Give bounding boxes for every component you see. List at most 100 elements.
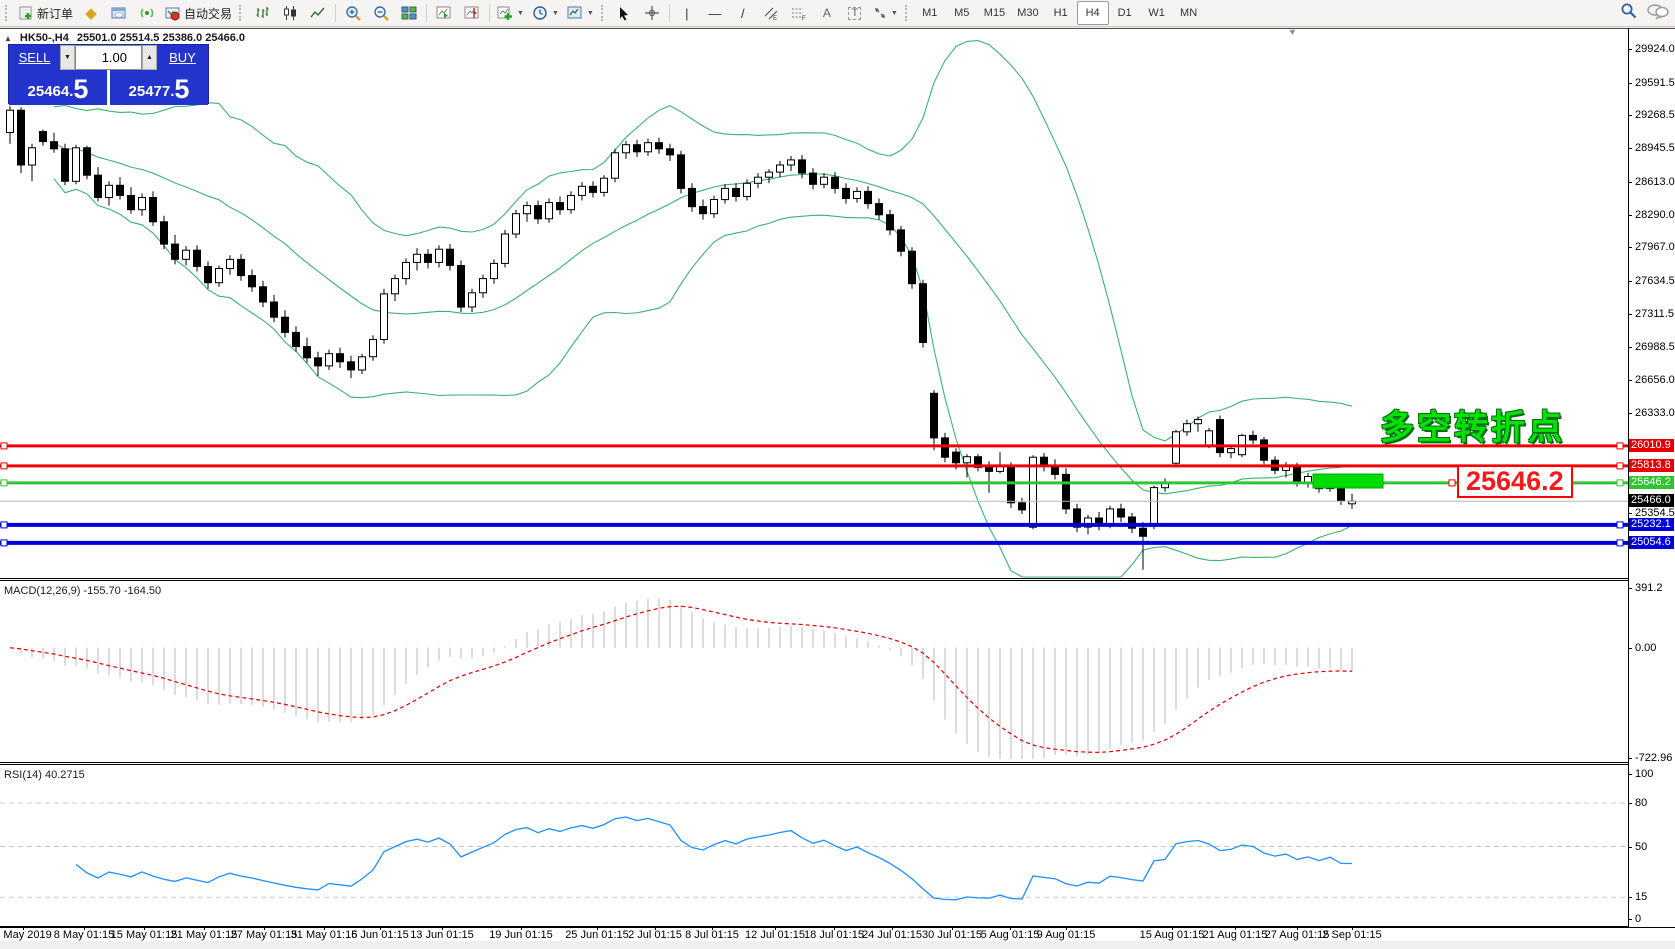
price-axis-tick bbox=[1628, 413, 1632, 414]
price-level-callout[interactable]: 25646.2 bbox=[1457, 465, 1573, 498]
buy-price-main: 25477. bbox=[129, 82, 175, 102]
label-tool-button[interactable]: T bbox=[841, 1, 869, 25]
charts-window-button[interactable] bbox=[105, 1, 133, 25]
toolbar-grip[interactable] bbox=[905, 5, 911, 21]
timeframe-m5-button[interactable]: M5 bbox=[946, 1, 978, 25]
price-axis-tick bbox=[1628, 215, 1632, 216]
macd-indicator-label: MACD(12,26,9) -155.70 -164.50 bbox=[4, 585, 161, 597]
panel-separator bbox=[0, 580, 1629, 581]
line-chart-button[interactable] bbox=[304, 1, 332, 25]
timeframe-m15-button[interactable]: M15 bbox=[978, 1, 1011, 25]
new-order-label: 新订单 bbox=[37, 5, 73, 22]
chart-area[interactable] bbox=[0, 28, 1675, 940]
toolbar-grip[interactable] bbox=[239, 5, 245, 21]
toolbar-grip[interactable] bbox=[5, 5, 11, 21]
templates-menu-button[interactable]: ▼ bbox=[563, 1, 598, 25]
zoom-out-button[interactable] bbox=[367, 1, 395, 25]
signals-icon bbox=[139, 5, 155, 21]
chart-shift-marker[interactable]: ▼ bbox=[1288, 27, 1297, 37]
price-axis-tick bbox=[1628, 281, 1632, 282]
search-icon[interactable] bbox=[1620, 2, 1637, 19]
horizontal-line-tool-button[interactable]: — bbox=[701, 1, 729, 25]
panel-separator[interactable] bbox=[0, 762, 1629, 763]
volume-increase-button[interactable]: ▲ bbox=[142, 45, 157, 70]
autotrading-button[interactable]: 自动交易 bbox=[161, 1, 236, 25]
vertical-line-tool-button[interactable]: | bbox=[673, 1, 701, 25]
price-axis-tick bbox=[1628, 380, 1632, 381]
price-axis-tick bbox=[1628, 182, 1632, 183]
price-axis-tick bbox=[1628, 83, 1632, 84]
line-chart-icon bbox=[310, 5, 326, 21]
dropdown-arrow-icon: ▼ bbox=[517, 10, 524, 17]
crosshair-tool-button[interactable] bbox=[638, 1, 666, 25]
bar-chart-icon bbox=[254, 5, 270, 21]
label-tool-icon: T bbox=[848, 7, 861, 20]
macd-axis-label: 391.2 bbox=[1635, 582, 1663, 594]
timeframe-h1-button[interactable]: H1 bbox=[1045, 1, 1077, 25]
crosshair-icon bbox=[644, 5, 660, 21]
time-axis-label: 2 Jul 01:15 bbox=[628, 929, 682, 941]
buy-price[interactable]: 25477.5 bbox=[110, 70, 208, 105]
arrows-tool-button[interactable]: ▼ bbox=[869, 1, 902, 25]
indicators-menu-button[interactable]: ▼ bbox=[493, 1, 528, 25]
volume-input[interactable]: 1.00 bbox=[75, 45, 142, 70]
auto-scroll-icon bbox=[436, 5, 452, 21]
volume-decrease-button[interactable]: ▼ bbox=[60, 45, 75, 70]
periods-menu-button[interactable]: ▼ bbox=[528, 1, 563, 25]
timeframe-m30-button[interactable]: M30 bbox=[1011, 1, 1044, 25]
price-line-tag: 25466.0 bbox=[1629, 494, 1674, 507]
rsi-axis-tick bbox=[1628, 897, 1632, 898]
new-order-button[interactable]: 新订单 bbox=[14, 1, 77, 25]
price-axis-tick bbox=[1628, 115, 1632, 116]
timeframe-mn-button[interactable]: MN bbox=[1173, 1, 1205, 25]
rsi-axis-label: 15 bbox=[1635, 891, 1647, 903]
time-axis-label: 5 Aug 01:15 bbox=[981, 929, 1040, 941]
cursor-tool-button[interactable] bbox=[610, 1, 638, 25]
channel-tool-button[interactable]: E bbox=[757, 1, 785, 25]
tile-windows-button[interactable] bbox=[395, 1, 423, 25]
time-axis-label: 13 Jun 01:15 bbox=[410, 929, 474, 941]
metaeditor-icon: ◆ bbox=[85, 6, 97, 21]
zoom-in-button[interactable] bbox=[339, 1, 367, 25]
fibonacci-tool-button[interactable]: F bbox=[785, 1, 813, 25]
macd-axis-label: -722.96 bbox=[1635, 752, 1672, 764]
trendline-icon: / bbox=[741, 7, 745, 20]
text-tool-button[interactable]: A bbox=[813, 1, 841, 25]
time-axis-label: 27 May 01:15 bbox=[231, 929, 298, 941]
price-axis-label: 29924.0 bbox=[1635, 43, 1675, 55]
signals-button[interactable] bbox=[133, 1, 161, 25]
toolbar-separator bbox=[489, 4, 490, 22]
one-click-trading-panel: SELL ▼ 1.00 ▲ BUY 25464.5 25477.5 bbox=[8, 44, 209, 104]
price-axis-label: 26988.5 bbox=[1635, 341, 1675, 353]
macd-axis-tick bbox=[1628, 758, 1632, 759]
candlestick-chart-button[interactable] bbox=[276, 1, 304, 25]
toolbar-grip[interactable] bbox=[601, 5, 607, 21]
chart-shift-button[interactable] bbox=[458, 1, 486, 25]
trendline-tool-button[interactable]: / bbox=[729, 1, 757, 25]
chat-icon[interactable] bbox=[1647, 3, 1669, 19]
time-axis-label: 31 May 01:15 bbox=[291, 929, 358, 941]
timeframe-h4-button[interactable]: H4 bbox=[1077, 1, 1109, 25]
time-axis-label: 21 Aug 01:15 bbox=[1203, 929, 1268, 941]
timeframe-m1-button[interactable]: M1 bbox=[914, 1, 946, 25]
time-axis-label: 18 Jul 01:15 bbox=[804, 929, 864, 941]
sell-price[interactable]: 25464.5 bbox=[9, 70, 107, 105]
panel-separator[interactable] bbox=[0, 578, 1629, 579]
price-line-tag: 26010.9 bbox=[1629, 439, 1674, 452]
sell-button[interactable]: SELL bbox=[9, 45, 60, 70]
turning-point-annotation[interactable]: 多空转折点 bbox=[1380, 400, 1565, 449]
auto-scroll-button[interactable] bbox=[430, 1, 458, 25]
timeframe-w1-button[interactable]: W1 bbox=[1141, 1, 1173, 25]
collapse-panel-icon[interactable]: ▲ bbox=[4, 34, 12, 43]
time-axis-label: 27 Aug 01:15 bbox=[1265, 929, 1330, 941]
autotrading-icon bbox=[165, 5, 181, 21]
indicators-icon bbox=[497, 5, 513, 21]
timeframe-d1-button[interactable]: D1 bbox=[1109, 1, 1141, 25]
buy-button[interactable]: BUY bbox=[157, 45, 208, 70]
price-axis-label: 27311.5 bbox=[1635, 308, 1674, 320]
dropdown-arrow-icon: ▼ bbox=[552, 10, 559, 17]
metaeditor-button[interactable]: ◆ bbox=[77, 1, 105, 25]
ohlc-values: 25501.0 25514.5 25386.0 25466.0 bbox=[77, 32, 245, 44]
bar-chart-button[interactable] bbox=[248, 1, 276, 25]
macd-axis-tick bbox=[1628, 648, 1632, 649]
